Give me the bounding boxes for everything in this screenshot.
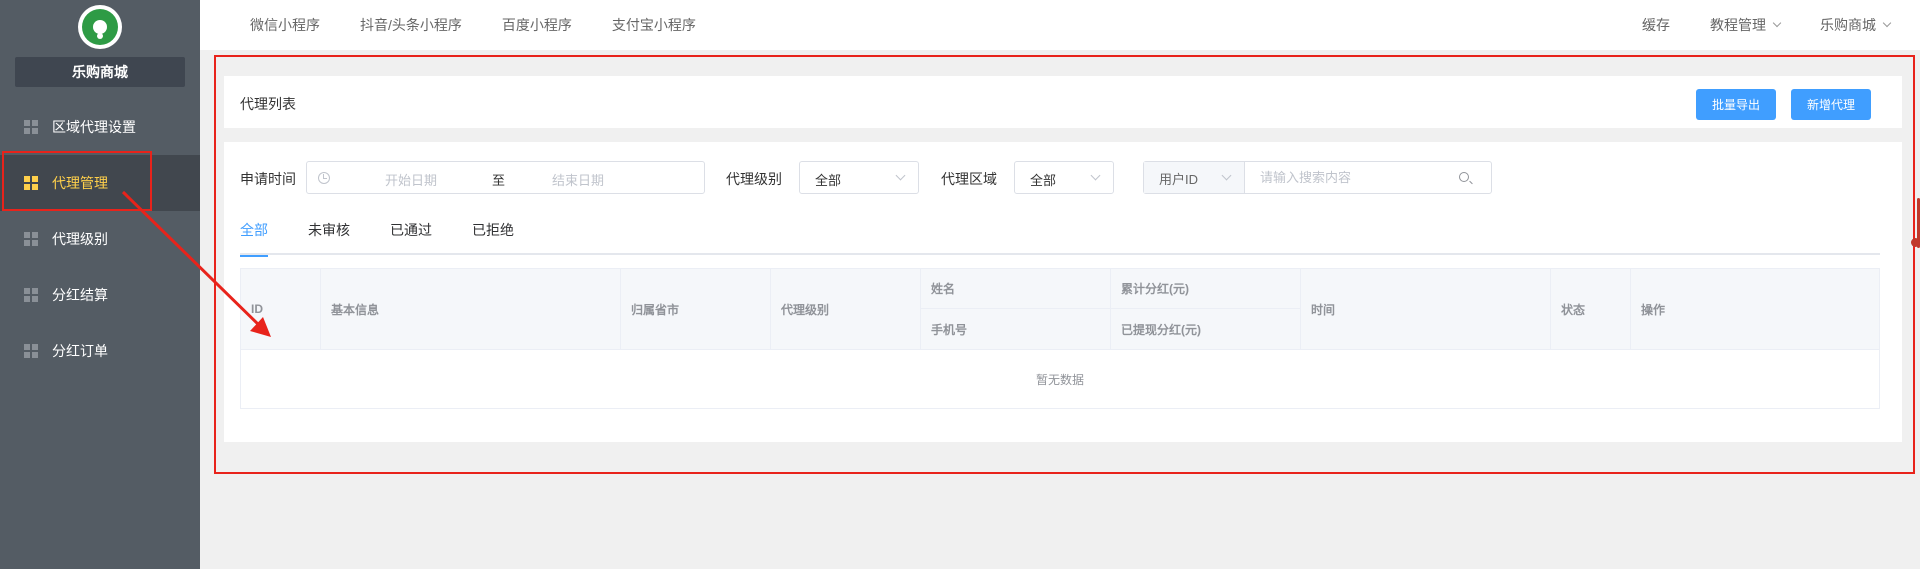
tab-approved[interactable]: 已通过: [390, 215, 432, 255]
grid-icon: [24, 288, 38, 302]
sidebar-item-dividend-settlement[interactable]: 分红结算: [0, 267, 200, 323]
shop-label: 乐购商城: [1820, 17, 1876, 33]
search-field-select[interactable]: 用户ID: [1144, 162, 1245, 193]
cache-link[interactable]: 缓存: [1642, 15, 1670, 35]
search-input[interactable]: [1245, 162, 1491, 193]
date-range-picker[interactable]: 开始日期 至 结束日期: [306, 161, 705, 194]
scroll-handle[interactable]: [1911, 238, 1920, 247]
sidebar-item-label: 区域代理设置: [52, 119, 136, 135]
chevron-down-icon: [1882, 18, 1892, 28]
agent-region-select[interactable]: 全部: [1014, 161, 1114, 194]
col-basic-info: 基本信息: [321, 269, 621, 350]
search-group: 用户ID: [1143, 161, 1492, 194]
start-date-input[interactable]: 开始日期: [385, 170, 437, 189]
agent-table: ID 基本信息 归属省市 代理级别 姓名 手机号 累计分红(元) 已提现分红(元…: [240, 268, 1880, 409]
sidebar-item-label: 代理管理: [52, 175, 108, 191]
grid-icon: [24, 176, 38, 190]
col-agent-level: 代理级别: [771, 269, 921, 350]
col-total-dividend: 累计分红(元): [1111, 269, 1301, 309]
agent-level-label: 代理级别: [726, 171, 782, 187]
tab-pending[interactable]: 未审核: [308, 215, 350, 255]
col-action: 操作: [1631, 269, 1879, 350]
range-separator: 至: [492, 173, 506, 188]
tutorial-management-dropdown[interactable]: 教程管理: [1710, 15, 1782, 35]
agent-region-value: 全部: [1030, 173, 1057, 188]
sidebar-item-agent-level[interactable]: 代理级别: [0, 211, 200, 267]
grid-icon: [24, 232, 38, 246]
shop-name: 乐购商城: [15, 57, 185, 87]
sidebar-item-dividend-orders[interactable]: 分红订单: [0, 323, 200, 379]
nav-alipay-miniprogram[interactable]: 支付宝小程序: [612, 15, 696, 35]
agent-level-select[interactable]: 全部: [799, 161, 919, 194]
sidebar-menu: 区域代理设置 代理管理 代理级别 分红结算 分红订单: [0, 99, 200, 379]
sidebar-item-label: 分红结算: [52, 287, 108, 303]
empty-state: 暂无数据: [1035, 373, 1084, 387]
agent-list-card: 申请时间 开始日期 至 结束日期 代理级别 全部 代理区域 全部 用户ID 全部: [224, 142, 1902, 442]
shop-logo[interactable]: [78, 5, 122, 49]
col-province-city: 归属省市: [621, 269, 771, 350]
sidebar: 乐购商城 区域代理设置 代理管理 代理级别 分红结算 分红订单: [0, 0, 200, 569]
col-name: 姓名: [921, 269, 1111, 309]
col-phone: 手机号: [921, 309, 1111, 350]
chevron-down-icon: [1221, 170, 1232, 181]
sidebar-item-label: 代理级别: [52, 231, 108, 247]
col-time: 时间: [1301, 269, 1551, 350]
end-date-input[interactable]: 结束日期: [552, 170, 604, 189]
apply-time-label: 申请时间: [240, 171, 296, 187]
top-bar: 微信小程序 抖音/头条小程序 百度小程序 支付宝小程序 缓存 教程管理 乐购商城: [200, 0, 1920, 50]
chevron-down-icon: [1090, 170, 1101, 181]
chevron-down-icon: [1772, 18, 1782, 28]
search-field-value: 用户ID: [1159, 172, 1199, 187]
add-agent-button[interactable]: 新增代理: [1791, 89, 1871, 120]
batch-export-button[interactable]: 批量导出: [1696, 89, 1776, 120]
grid-icon: [24, 344, 38, 358]
chevron-down-icon: [895, 170, 906, 181]
tab-rejected[interactable]: 已拒绝: [472, 215, 514, 255]
tab-all[interactable]: 全部: [240, 215, 268, 257]
table-header: ID 基本信息 归属省市 代理级别 姓名 手机号 累计分红(元) 已提现分红(元…: [241, 269, 1879, 350]
search-icon[interactable]: [1459, 172, 1469, 182]
col-status: 状态: [1551, 269, 1631, 350]
top-nav: 微信小程序 抖音/头条小程序 百度小程序 支付宝小程序: [250, 0, 736, 50]
grid-icon: [24, 120, 38, 134]
list-header-card: 代理列表 批量导出 新增代理: [224, 76, 1902, 128]
nav-douyin-miniprogram[interactable]: 抖音/头条小程序: [360, 15, 462, 35]
sidebar-item-label: 分红订单: [52, 343, 108, 359]
nav-wechat-miniprogram[interactable]: 微信小程序: [250, 15, 320, 35]
page-title: 代理列表: [240, 96, 296, 112]
col-id: ID: [241, 269, 321, 350]
agent-region-label: 代理区域: [941, 171, 997, 187]
filter-bar: 申请时间 开始日期 至 结束日期 代理级别 全部 代理区域 全部 用户ID: [240, 161, 1880, 194]
sidebar-item-region-agent-settings[interactable]: 区域代理设置: [0, 99, 200, 155]
sidebar-item-agent-management[interactable]: 代理管理: [0, 155, 200, 211]
status-tabs: 全部 未审核 已通过 已拒绝: [240, 215, 1880, 257]
agent-level-value: 全部: [815, 173, 842, 188]
col-withdrawn-dividend: 已提现分红(元): [1111, 309, 1301, 350]
cache-label: 缓存: [1642, 17, 1670, 33]
leaf-logo-icon: [82, 9, 118, 45]
top-right-menu: 缓存 教程管理 乐购商城: [1602, 0, 1892, 50]
shop-dropdown[interactable]: 乐购商城: [1820, 15, 1892, 35]
clock-icon: [318, 172, 330, 184]
nav-baidu-miniprogram[interactable]: 百度小程序: [502, 15, 572, 35]
tutorial-label: 教程管理: [1710, 17, 1766, 33]
